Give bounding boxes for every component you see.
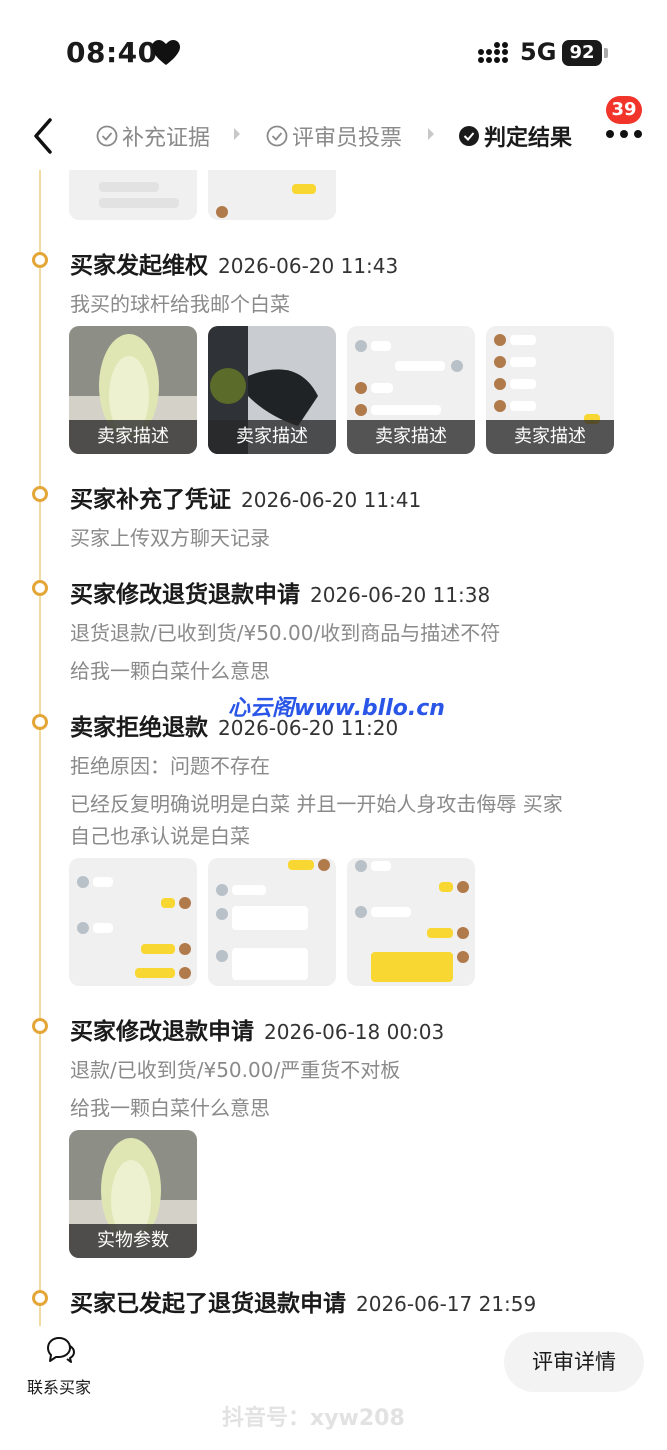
signal-icon [478,42,508,63]
event-title: 买家修改退货退款申请 2026-06-20 11:38 [70,582,491,608]
heart-icon [152,40,180,65]
timeline-dot [32,1018,48,1034]
chevron-right-icon [234,128,240,140]
check-circle-icon [96,125,118,147]
step-label: 补充证据 [122,126,211,151]
event-description: 退货退款/已收到货/¥50.00/收到商品与描述不符 [70,621,501,645]
douyin-watermark: 抖音号：xyw208 [222,1406,405,1431]
battery-tip [604,48,608,58]
step-verdict-result[interactable]: 判定结果 [458,118,572,154]
event-note: 已经反复明确说明是白菜 并且一开始人身攻击侮辱 买家 [70,792,563,816]
battery-indicator: 92 [562,40,602,66]
image-thumb-cabbage[interactable]: 卖家描述 [69,326,197,454]
timeline-dot [32,252,48,268]
event-title: 买家已发起了退货退款申请 2026-06-17 21:59 [70,1291,537,1317]
step-supplement-evidence[interactable]: 补充证据 [96,118,210,154]
network-label: 5G [520,38,557,66]
more-icon[interactable] [604,126,644,142]
timeline-line [39,170,41,1330]
chat-screenshot-thumb[interactable]: 卖家描述 [486,326,614,454]
chat-bubble-icon[interactable] [44,1336,76,1364]
timeline-dot [32,580,48,596]
step-label: 评审员投票 [292,126,403,151]
event-time: 2026-06-20 11:38 [310,583,491,607]
image-caption: 卖家描述 [347,420,475,454]
status-time: 08:40 [66,36,158,69]
chevron-right-icon [428,128,434,140]
event-time: 2026-06-20 11:41 [241,488,422,512]
event-title: 买家补充了凭证 2026-06-20 11:41 [70,487,422,513]
event-title: 买家发起维权 2026-06-20 11:43 [70,253,399,279]
event-time: 2026-06-17 21:59 [356,1292,537,1316]
image-caption: 卖家描述 [208,420,336,454]
image-thumb-cabbage[interactable]: 实物参数 [69,1130,197,1258]
event-note: 自己也承认说是白菜 [70,824,250,848]
timeline-dot [32,1290,48,1306]
chat-screenshot-thumb[interactable] [208,170,336,220]
site-watermark: 心云阁www.bllo.cn [228,696,445,721]
image-caption: 卖家描述 [69,420,197,454]
timeline-dot [32,714,48,730]
notification-badge: 39 [606,96,642,124]
image-caption: 卖家描述 [486,420,614,454]
check-circle-icon [266,125,288,147]
event-description: 退款/已收到货/¥50.00/严重货不对板 [70,1058,401,1082]
status-bar: 08:40 5G 92 [0,0,667,100]
image-thumb-golf-club[interactable]: 卖家描述 [208,326,336,454]
chat-screenshot-thumb[interactable]: 卖家描述 [347,326,475,454]
event-note: 给我一颗白菜什么意思 [70,1096,270,1120]
event-description: 买家上传双方聊天记录 [70,526,270,550]
chat-screenshot-thumb[interactable] [69,170,197,220]
event-description: 拒绝原因：问题不存在 [70,754,270,778]
event-time: 2026-06-20 11:43 [218,254,399,278]
chat-screenshot-thumb[interactable] [347,858,475,986]
event-title: 买家修改退款申请 2026-06-18 00:03 [70,1019,445,1045]
image-caption: 实物参数 [69,1224,197,1258]
check-circle-filled-icon [459,126,479,146]
chat-screenshot-thumb[interactable] [69,858,197,986]
step-label: 判定结果 [484,126,573,151]
chat-screenshot-thumb[interactable] [208,858,336,986]
timeline-dot [32,486,48,502]
event-description: 我买的球杆给我邮个白菜 [70,292,290,316]
back-arrow-icon[interactable] [28,116,58,156]
event-time: 2026-06-18 00:03 [264,1020,445,1044]
step-reviewer-vote[interactable]: 评审员投票 [266,118,402,154]
review-details-button[interactable]: 评审详情 [504,1332,644,1392]
contact-buyer-button[interactable]: 联系买家 [27,1374,91,1398]
event-note: 给我一颗白菜什么意思 [70,659,270,683]
